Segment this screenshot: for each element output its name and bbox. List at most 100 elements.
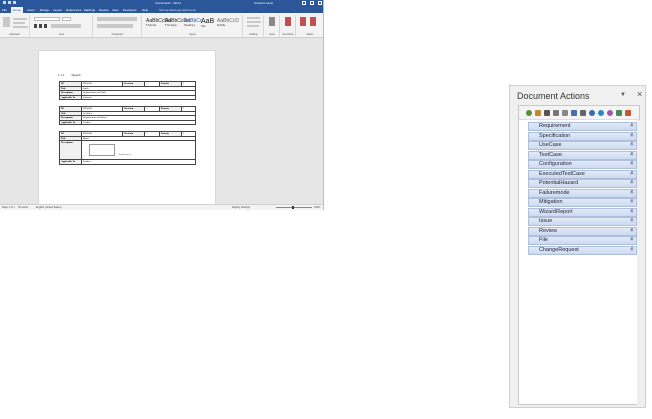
panel-options-icon[interactable]: ▼ [620, 92, 626, 98]
expand-icon[interactable]: ≚ [630, 142, 634, 149]
expand-icon[interactable]: ≚ [630, 228, 634, 235]
tag-icon[interactable] [534, 109, 541, 117]
action-item-executedtestcase[interactable]: ExecutedTestCase ≚ [528, 169, 637, 179]
alignment-tools[interactable] [97, 24, 133, 28]
copy-button[interactable] [13, 22, 25, 24]
page-count[interactable]: Page 1 of 1 [2, 205, 15, 210]
document-area[interactable]: 1.1.1 Tappan ID REQ-001 Revision 1 Prior… [0, 38, 323, 205]
cut-button[interactable] [13, 18, 27, 20]
info-icon[interactable] [588, 109, 595, 117]
action-item-specification[interactable]: Specification ≚ [528, 131, 637, 141]
requirement-table: ID REQ-002 Revision 1 Priority 1 Title Li… [59, 106, 197, 125]
minimize-icon[interactable] [302, 1, 306, 5]
action-item-issue[interactable]: Issue ≚ [528, 217, 637, 226]
image-icon[interactable] [552, 109, 559, 117]
action-item-label: File [539, 237, 548, 243]
action-item-potentialhazard[interactable]: PotentialHazard ≚ [528, 179, 637, 188]
zoom-thumb[interactable] [292, 206, 294, 209]
action-item-wizardreport[interactable]: WizardReport ≚ [528, 207, 637, 217]
maximize-icon[interactable] [310, 1, 314, 5]
find-button[interactable] [247, 17, 260, 19]
document-icon[interactable] [570, 109, 577, 117]
style-title[interactable]: AaB Title [201, 18, 214, 28]
action-item-testcase[interactable]: TestCase ≚ [528, 150, 637, 160]
action-item-failuremode[interactable]: Failuremode ≚ [528, 188, 637, 198]
scrollbar[interactable] [637, 120, 640, 405]
redo-icon[interactable] [13, 1, 16, 4]
section-heading: 1.1.1 Tappan [58, 73, 80, 77]
action-item-requirement[interactable]: Requirement ≚ [528, 122, 637, 131]
action-item-mitigation[interactable]: Mitigation ≚ [528, 198, 637, 207]
font-formatting-tools[interactable] [51, 24, 81, 28]
format-painter-button[interactable] [13, 26, 28, 28]
action-item-file[interactable]: File ≚ [528, 236, 637, 245]
style-name: Title [201, 25, 206, 28]
expand-icon[interactable]: ≚ [630, 171, 634, 178]
font-size-select[interactable] [62, 17, 71, 21]
expand-icon[interactable]: ≚ [630, 237, 634, 244]
expand-icon[interactable]: ≚ [630, 123, 634, 130]
language-indicator[interactable]: English (United States) [36, 205, 62, 210]
replace-button[interactable] [247, 21, 261, 23]
action-item-configuration[interactable]: Configuration ≚ [528, 160, 637, 169]
sensitivity-icon[interactable] [285, 17, 291, 26]
style-sample-text: AaB [201, 18, 215, 25]
globe-icon[interactable] [597, 109, 604, 117]
display-settings[interactable]: Display Settings [232, 205, 250, 210]
expand-icon[interactable]: ≚ [630, 199, 634, 206]
expand-icon[interactable]: ≚ [630, 180, 634, 187]
undo-icon[interactable] [8, 1, 11, 4]
box-icon[interactable] [579, 109, 586, 117]
action-item-changerequest[interactable]: ChangeRequest ≚ [528, 245, 637, 255]
ribbon-group-styles: AaBbCcDd ¶ Normal AaBbCcDd ¶ No Spac... Aa… [143, 15, 243, 36]
row-label: Description [59, 140, 82, 160]
style-heading-1[interactable]: AaBbCc Heading 1 [184, 18, 202, 27]
close-icon[interactable] [318, 1, 322, 5]
save-icon[interactable] [3, 1, 6, 4]
palette-icon[interactable] [606, 109, 613, 117]
ribbon-group-sensitivity: Sensitivity [281, 15, 296, 36]
dictate-icon[interactable] [269, 17, 275, 26]
select-button[interactable] [247, 25, 259, 27]
description-figure[interactable]: Rotation speed [83, 141, 194, 159]
expand-icon[interactable]: ≚ [630, 152, 634, 159]
zoom-level[interactable]: 100% [314, 205, 320, 210]
action-item-label: ExecutedTestCase [539, 170, 585, 177]
font-name-select[interactable] [34, 17, 60, 21]
document-page[interactable]: 1.1.1 Tappan ID REQ-001 Revision 1 Prior… [38, 50, 216, 205]
link-icon[interactable] [615, 109, 622, 117]
ribbon-group-label: Paragraph [111, 33, 124, 36]
underline-icon[interactable] [44, 24, 47, 28]
expand-icon[interactable]: ≚ [630, 161, 634, 168]
editor-icon[interactable] [300, 17, 306, 26]
action-item-review[interactable]: Review ≚ [528, 226, 637, 236]
close-icon[interactable]: × [637, 89, 642, 99]
action-item-label: Mitigation [539, 199, 563, 205]
row-label: Applicable To [59, 119, 82, 125]
row-value: Product [81, 159, 196, 165]
document-title: Document1 - Word [155, 1, 181, 5]
addin-icon[interactable] [310, 17, 316, 26]
list-tools[interactable] [97, 17, 137, 21]
expand-icon[interactable]: ≚ [630, 133, 634, 140]
row-label: Applicable To [59, 94, 82, 100]
action-item-label: Configuration [539, 161, 572, 167]
expand-icon[interactable]: ≚ [630, 218, 634, 225]
expand-icon[interactable]: ≚ [630, 247, 634, 254]
action-item-usecase[interactable]: UseCase ≚ [528, 141, 637, 150]
bold-icon[interactable] [34, 24, 37, 28]
table-icon[interactable] [543, 109, 550, 117]
expand-icon[interactable]: ≚ [630, 209, 634, 216]
italic-icon[interactable] [39, 24, 42, 28]
word-count[interactable]: 32 words [18, 205, 28, 210]
zoom-slider[interactable] [276, 207, 312, 208]
grid-icon[interactable] [561, 109, 568, 117]
export-icon[interactable] [624, 109, 631, 117]
user-name[interactable]: Account name [254, 0, 273, 7]
expand-icon[interactable]: ≚ [630, 190, 634, 197]
refresh-icon[interactable] [525, 109, 532, 117]
paste-icon[interactable] [3, 17, 10, 27]
style-subtitle[interactable]: AaBbCcD Subtitle [217, 18, 239, 27]
style-name: ¶ Normal [146, 24, 157, 27]
ribbon-group-editing: Editing [244, 15, 264, 36]
